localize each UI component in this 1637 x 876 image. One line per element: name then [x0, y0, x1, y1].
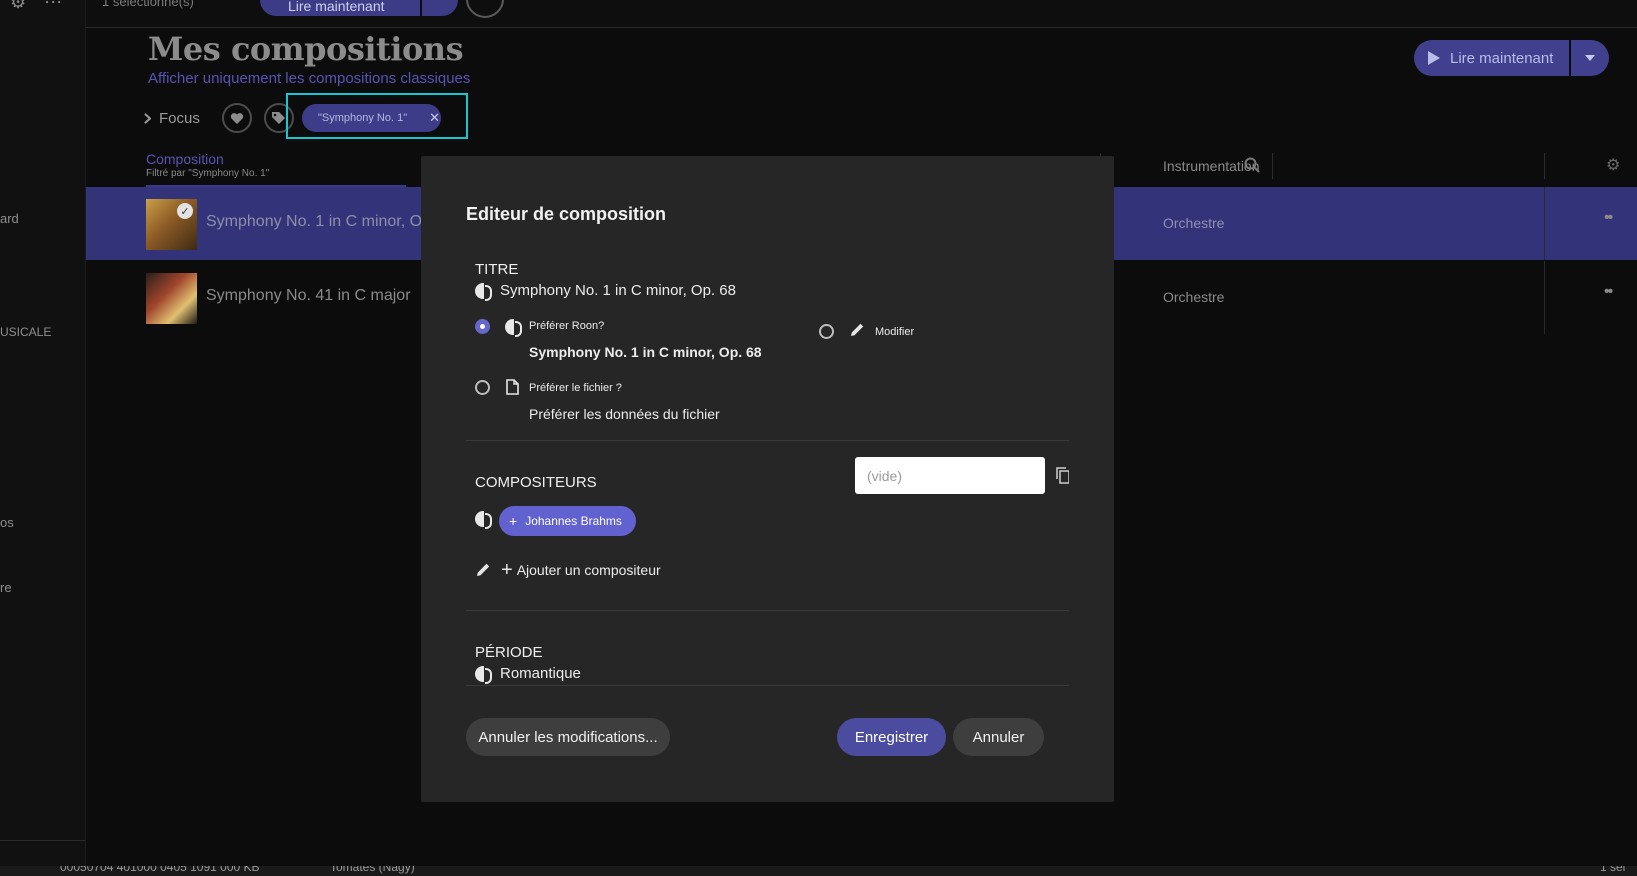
title-current-value: Symphony No. 1 in C minor, Op. 68 [500, 282, 736, 299]
revert-changes-button[interactable]: Annuler les modifications... [466, 718, 670, 756]
revert-changes-label: Annuler les modifications... [478, 728, 658, 746]
status-right: 1 sél [1600, 866, 1626, 874]
prefer-file-value: Préférer les données du fichier [529, 406, 720, 422]
filter-bar: Focus "Symphony No. 1" ✕ [144, 93, 468, 139]
gear-icon[interactable]: ⚙ [10, 0, 26, 13]
plus-icon: + [509, 513, 518, 529]
row-title: Symphony No. 41 in C major [206, 287, 411, 304]
sidebar: ⚙ ⋯ ard USICALE os re [0, 0, 86, 866]
section-title-heading: TITRE [475, 261, 519, 278]
composer-chip[interactable]: + Johannes Brahms [499, 506, 636, 536]
pencil-icon [477, 563, 490, 576]
row-instrumentation: Orchestre [1163, 289, 1225, 305]
gear-icon[interactable]: ⚙ [1606, 155, 1620, 175]
focus-label: Focus [159, 109, 200, 127]
section-composers-heading: COMPOSITEURS [475, 474, 597, 491]
chevron-down-icon [1585, 55, 1596, 61]
row-separator [1544, 261, 1545, 334]
dialog-scroll-area[interactable]: TITRE Symphony No. 1 in C minor, Op. 68 … [466, 252, 1069, 686]
section-period-heading: PÉRIODE [475, 644, 543, 661]
play-now-dropdown[interactable] [1571, 40, 1610, 76]
sidebar-section-library: USICALE [0, 325, 52, 339]
composition-editor-dialog: Editeur de composition TITRE Symphony No… [421, 156, 1114, 802]
status-middle: Tomates (Nagy) [330, 866, 415, 874]
album-thumbnail [146, 273, 197, 324]
classical-only-link[interactable]: Afficher uniquement les compositions cla… [148, 70, 470, 87]
search-filter-chip-label: "Symphony No. 1" [318, 112, 408, 124]
file-icon [506, 379, 519, 395]
row-title: Symphony No. 1 in C minor, O [206, 213, 423, 230]
more-icon[interactable]: •• [1604, 283, 1613, 301]
copy-icon[interactable] [1056, 467, 1069, 484]
section-divider [466, 440, 1069, 441]
sidebar-item-dashboard[interactable]: ard [0, 211, 19, 226]
sidebar-divider [0, 840, 85, 841]
sidebar-item-other[interactable]: re [0, 580, 12, 595]
dialog-title: Editeur de composition [466, 204, 667, 224]
column-separator [1544, 153, 1545, 179]
sidebar-item-tags[interactable]: os [0, 515, 14, 530]
close-icon[interactable]: ✕ [429, 110, 440, 126]
row-instrumentation: Orchestre [1163, 215, 1225, 231]
heart-icon [230, 112, 244, 124]
status-bar: 00050704 401000 0405 1091 000 KB Tomates… [0, 866, 1637, 876]
dialog-footer: Annuler les modifications... Enregistrer… [466, 718, 1069, 756]
prefer-roon-radio[interactable] [475, 319, 490, 334]
edit-label[interactable]: Modifier [875, 326, 914, 338]
add-composer-button[interactable]: + Ajouter un compositeur [501, 559, 661, 581]
prefer-roon-value: Symphony No. 1 in C minor, Op. 68 [529, 344, 762, 360]
favorites-filter-button[interactable] [221, 103, 252, 133]
cancel-label: Annuler [972, 728, 1025, 746]
album-thumbnail: ✓ [146, 199, 197, 250]
cancel-button[interactable]: Annuler [953, 718, 1044, 756]
save-label: Enregistrer [854, 728, 929, 746]
checkmark-icon[interactable]: ✓ [177, 203, 193, 219]
plus-icon: + [501, 559, 513, 581]
column-separator[interactable] [1272, 153, 1273, 179]
period-value: Romantique [500, 665, 581, 682]
more-icon[interactable]: •• [1604, 209, 1613, 227]
search-filter-chip[interactable]: "Symphony No. 1" ✕ [302, 104, 441, 132]
selection-toolbar: 1 sélectionné(s) Lire maintenant [86, 0, 1637, 28]
edit-radio[interactable] [819, 324, 834, 339]
add-composer-label: Ajouter un compositeur [516, 562, 661, 578]
prefer-file-label[interactable]: Préférer le fichier ? [529, 382, 622, 394]
play-icon [1428, 51, 1440, 65]
more-icon[interactable]: ⋯ [44, 0, 62, 13]
roon-icon [475, 283, 492, 301]
pencil-icon [851, 323, 864, 336]
sidebar-top-icons: ⚙ ⋯ [10, 0, 62, 13]
roon-icon [475, 666, 492, 684]
save-button[interactable]: Enregistrer [837, 718, 946, 756]
play-now-label: Lire maintenant [1450, 49, 1554, 67]
page-title: Mes compositions [148, 30, 464, 68]
prefer-file-radio[interactable] [475, 380, 490, 395]
selection-count: 1 sélectionné(s) [102, 0, 194, 9]
column-composition[interactable]: Composition [146, 151, 224, 167]
column-composition-filter: Filtré par "Symphony No. 1" [146, 168, 270, 179]
composer-name: Johannes Brahms [525, 514, 622, 528]
chevron-right-icon [144, 112, 151, 124]
status-left: 00050704 401000 0405 1091 000 KB [60, 866, 260, 874]
row-separator [1544, 187, 1545, 260]
tag-icon [272, 111, 286, 124]
play-now-group: Lire maintenant [1414, 40, 1610, 76]
title-edit-field[interactable] [855, 457, 1045, 494]
roon-icon [505, 319, 522, 337]
search-icon[interactable] [1244, 157, 1260, 173]
toolbar-play-dropdown[interactable] [422, 0, 458, 16]
section-divider [466, 610, 1069, 611]
toolbar-play-button[interactable]: Lire maintenant [260, 0, 420, 16]
toolbar-play-label: Lire maintenant [288, 0, 385, 14]
roon-icon [475, 511, 492, 529]
focus-toggle[interactable]: Focus [144, 110, 200, 127]
prefer-roon-label[interactable]: Préférer Roon? [529, 320, 604, 332]
play-now-button[interactable]: Lire maintenant [1414, 40, 1570, 76]
toolbar-more-button[interactable] [466, 0, 504, 18]
